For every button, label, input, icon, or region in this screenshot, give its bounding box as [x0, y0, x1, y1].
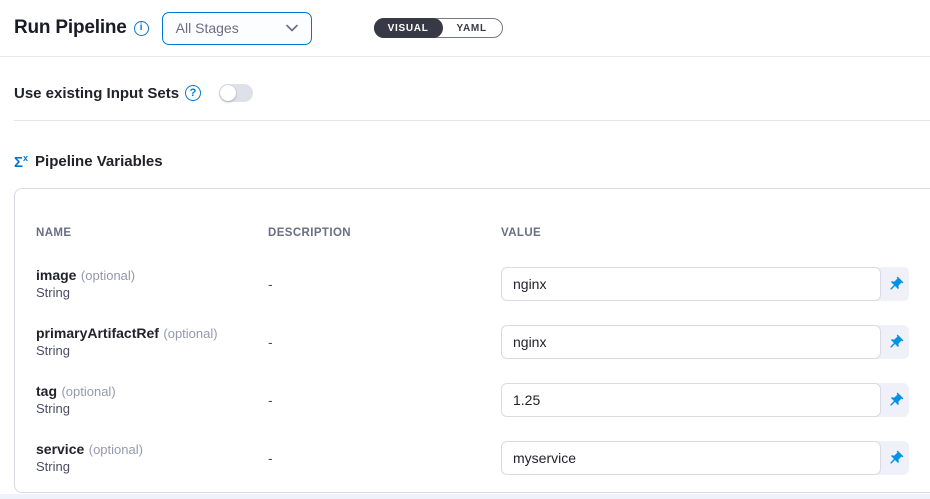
table-header-row: NAME DESCRIPTION VALUE — [36, 227, 930, 255]
pin-button[interactable] — [881, 441, 909, 475]
input-sets-toggle[interactable] — [219, 84, 253, 102]
variable-name: tag — [36, 383, 57, 399]
pin-icon — [883, 388, 907, 412]
chevron-down-icon — [286, 24, 298, 32]
pin-button[interactable] — [881, 383, 909, 417]
variable-value-field — [501, 383, 909, 417]
section-divider — [14, 120, 930, 121]
tab-visual[interactable]: VISUAL — [374, 18, 443, 38]
variable-value-field — [501, 325, 909, 359]
info-icon[interactable]: i — [134, 21, 149, 36]
page-title: Run Pipeline — [14, 17, 127, 39]
variable-description: - — [268, 276, 501, 292]
variable-name: service — [36, 441, 84, 457]
pin-button[interactable] — [881, 325, 909, 359]
table-row: primaryArtifactRef (optional) String - — [36, 313, 930, 371]
column-header-value: VALUE — [501, 227, 921, 255]
tab-yaml[interactable]: YAML — [442, 19, 502, 37]
variable-type: String — [36, 400, 268, 417]
variable-name-cell: tag (optional) String — [36, 383, 268, 417]
column-header-name: NAME — [36, 227, 268, 255]
help-icon[interactable]: ? — [185, 85, 201, 101]
variable-type: String — [36, 342, 268, 359]
pipeline-variables-header: Σx Pipeline Variables — [14, 153, 163, 170]
variable-value-input[interactable] — [501, 441, 881, 475]
variable-description: - — [268, 334, 501, 350]
variable-name-cell: primaryArtifactRef (optional) String — [36, 325, 268, 359]
table-row: image (optional) String - — [36, 255, 930, 313]
variable-value-input[interactable] — [501, 325, 881, 359]
pin-icon — [883, 446, 907, 470]
table-row: tag (optional) String - — [36, 371, 930, 429]
table-row: service (optional) String - — [36, 429, 930, 487]
view-toggle: VISUAL YAML — [374, 18, 503, 38]
variable-optional: (optional) — [61, 384, 115, 399]
footer-strip — [0, 494, 930, 499]
pin-button[interactable] — [881, 267, 909, 301]
pin-icon — [883, 330, 907, 354]
variable-name-cell: image (optional) String — [36, 267, 268, 301]
variable-value-field — [501, 441, 909, 475]
variable-value-field — [501, 267, 909, 301]
variable-optional: (optional) — [163, 326, 217, 341]
variable-name-cell: service (optional) String — [36, 441, 268, 475]
toggle-knob — [220, 85, 236, 101]
variable-description: - — [268, 392, 501, 408]
pipeline-variables-card: NAME DESCRIPTION VALUE image (optional) … — [14, 188, 930, 493]
variable-name: primaryArtifactRef — [36, 325, 159, 341]
variable-value-input[interactable] — [501, 383, 881, 417]
input-sets-row: Use existing Input Sets ? — [14, 76, 253, 110]
variable-type: String — [36, 284, 268, 301]
column-header-description: DESCRIPTION — [268, 227, 501, 255]
variable-optional: (optional) — [89, 442, 143, 457]
pin-icon — [883, 272, 907, 296]
variable-description: - — [268, 450, 501, 466]
run-pipeline-header: Run Pipeline i All Stages VISUAL YAML — [0, 0, 930, 57]
section-title: Pipeline Variables — [35, 153, 163, 170]
input-sets-label: Use existing Input Sets — [14, 85, 179, 102]
variable-type: String — [36, 458, 268, 475]
stage-selector-dropdown[interactable]: All Stages — [162, 12, 312, 45]
variables-sigma-icon: Σx — [14, 154, 28, 170]
stage-selector-value: All Stages — [176, 20, 239, 36]
variable-name: image — [36, 267, 76, 283]
variable-value-input[interactable] — [501, 267, 881, 301]
variable-optional: (optional) — [81, 268, 135, 283]
